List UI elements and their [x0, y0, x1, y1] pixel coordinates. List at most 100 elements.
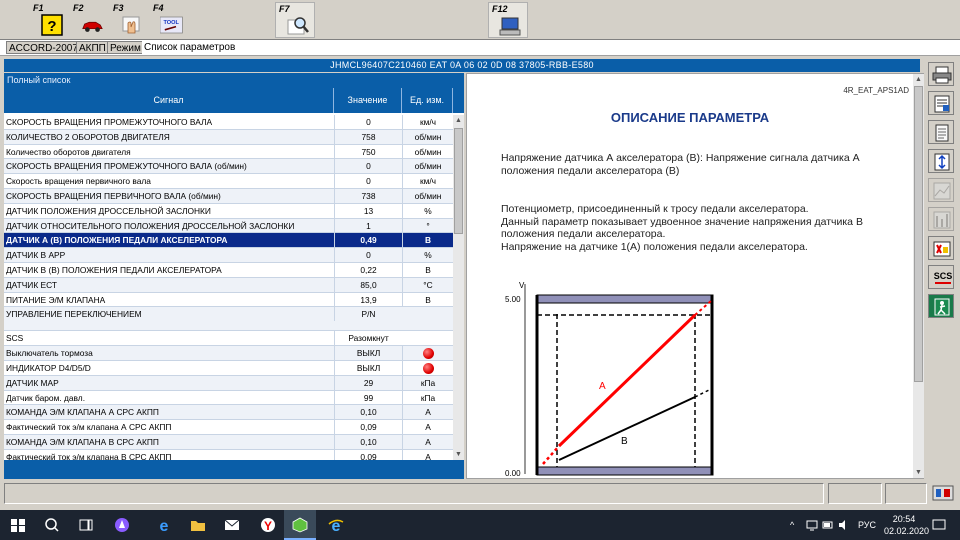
table-row[interactable]: СКОРОСТЬ ВРАЩЕНИЯ ПЕРВИЧНОГО ВАЛА (об/ми… — [4, 188, 453, 204]
network-icon[interactable] — [806, 519, 818, 531]
breadcrumb-mode[interactable]: Режим — [107, 41, 144, 54]
signal-unit: °C — [402, 277, 453, 293]
column-header-value[interactable]: Значение — [334, 88, 402, 113]
battery-icon[interactable] — [822, 519, 834, 531]
signal-value: 0,22 — [334, 262, 402, 278]
edge-browser-icon[interactable]: e — [154, 516, 174, 534]
f1-help-button[interactable]: F1 ? — [30, 2, 70, 38]
signal-value: 0 — [334, 159, 402, 175]
signal-name: Выключатель тормоза — [6, 348, 93, 359]
signal-unit: А — [402, 449, 453, 460]
internet-explorer-icon[interactable]: e — [326, 516, 346, 534]
search-icon[interactable] — [42, 516, 62, 534]
expand-vertical-button[interactable] — [928, 149, 954, 173]
scs-button[interactable]: SCS — [928, 265, 954, 289]
file-explorer-icon[interactable] — [188, 516, 208, 534]
f2-vehicle-button[interactable]: F2 — [70, 2, 110, 38]
hds-app-icon — [292, 517, 308, 533]
graph-scale-button[interactable] — [928, 207, 954, 231]
tool-icon: TOOL — [160, 16, 183, 34]
scroll-down-icon[interactable]: ▼ — [913, 467, 924, 478]
alice-assistant-icon[interactable] — [112, 516, 132, 534]
table-row[interactable]: ДАТЧИК В APP 0% — [4, 248, 453, 263]
breadcrumb-system[interactable]: АКПП — [76, 41, 109, 54]
description-text-1: Напряжение датчика А акселератора (В): Н… — [501, 152, 860, 177]
task-view-icon[interactable] — [76, 516, 96, 534]
signal-unit — [402, 346, 453, 361]
table-row-selected[interactable]: ДАТЧИК А (В) ПОЛОЖЕНИЯ ПЕДАЛИ АКСЕЛЕРАТО… — [4, 233, 453, 249]
table-row[interactable]: Фактический ток э/м клапана А СРС АКПП 0,… — [4, 420, 453, 435]
table-row[interactable]: ПИТАНИЕ Э/М КЛАПАНА 13,9 В — [4, 292, 453, 308]
signal-unit: А — [402, 420, 453, 435]
table-row[interactable]: ДАТЧИК ОТНОСИТЕЛЬНОГО ПОЛОЖЕНИЯ ДРОССЕЛЬ… — [4, 218, 453, 234]
status-bar — [4, 481, 956, 506]
tray-overflow-icon[interactable]: ^ — [790, 520, 794, 530]
signal-unit: об/мин — [402, 188, 453, 204]
table-row[interactable]: ДАТЧИК ПОЛОЖЕНИЯ ДРОССЕЛЬНОЙ ЗАСЛОНКИ 13% — [4, 203, 453, 219]
signal-name: ДАТЧИК ОТНОСИТЕЛЬНОГО ПОЛОЖЕНИЯ ДРОССЕЛЬ… — [6, 220, 295, 231]
status-field-2 — [828, 483, 882, 504]
f12-pc-button[interactable]: F12 — [488, 2, 528, 38]
table-row[interactable]: Количество оборотов двигателя 750 об/мин — [4, 144, 453, 160]
taskbar-active-app[interactable] — [284, 510, 316, 540]
table-row[interactable]: КОМАНДА Э/М КЛАПАНА А СРС АКПП 0,10 А — [4, 405, 453, 421]
print-button[interactable] — [928, 62, 954, 86]
table-row[interactable]: Выключатель тормоза ВЫКЛ — [4, 346, 453, 361]
table-row[interactable]: SCS Разомкнут — [4, 331, 453, 347]
table-row[interactable]: ДАТЧИК В (В) ПОЛОЖЕНИЯ ПЕДАЛИ АКСЕЛЕРАТО… — [4, 262, 453, 278]
signal-unit: об/мин — [402, 144, 453, 160]
exit-button[interactable] — [928, 294, 954, 318]
scroll-up-icon[interactable]: ▲ — [453, 115, 464, 126]
table-row[interactable]: ИНДИКАТОР D4/D5/D ВЫКЛ — [4, 360, 453, 376]
signal-name: ПИТАНИЕ Э/М КЛАПАНА — [6, 294, 106, 305]
line-b-extension — [694, 388, 712, 398]
scroll-down-icon[interactable]: ▼ — [453, 449, 464, 460]
windows-start-icon[interactable] — [8, 516, 28, 534]
signal-value: 0 — [334, 248, 402, 263]
graph-button[interactable] — [928, 178, 954, 202]
document-button[interactable] — [928, 120, 954, 144]
signal-value: 750 — [334, 144, 402, 160]
f3-button[interactable]: F3 — [110, 2, 150, 38]
table-row[interactable]: СКОРОСТЬ ВРАЩЕНИЯ ПРОМЕЖУТОЧНОГО ВАЛА 0 км… — [4, 115, 453, 130]
clock[interactable]: 20:54 02.02.2020 — [884, 513, 929, 537]
line-b — [558, 396, 696, 461]
clock-time: 20:54 — [892, 514, 916, 524]
input-language[interactable]: РУС — [858, 520, 876, 530]
table-row[interactable]: ДАТЧИК МАР 29 кПа — [4, 375, 453, 391]
f4-tool-button[interactable]: F4 TOOL — [150, 2, 190, 38]
table-row[interactable]: СКОРОСТЬ ВРАЩЕНИЯ ПРОМЕЖУТОЧНОГО ВАЛА (о… — [4, 159, 453, 175]
table-row[interactable]: Датчик баром. давл. 99 кПа — [4, 390, 453, 406]
freeze-frame-button[interactable] — [928, 236, 954, 260]
status-field-main — [4, 483, 824, 504]
f7-search-button[interactable]: F7 — [275, 2, 315, 38]
table-row[interactable]: УПРАВЛЕНИЕ ПЕРЕКЛЮЧЕНИЕМ P/N — [4, 307, 453, 332]
breadcrumb-model[interactable]: ACCORD-2007 — [6, 41, 81, 54]
volume-icon[interactable] — [838, 519, 850, 531]
scroll-up-icon[interactable]: ▲ — [913, 74, 924, 85]
notifications-icon[interactable] — [932, 518, 946, 532]
f12-label: F12 — [492, 4, 508, 14]
yandex-browser-icon[interactable]: Y — [258, 516, 278, 534]
settings-list-button[interactable] — [928, 91, 954, 115]
description-scrollbar[interactable]: ▲ ▼ — [913, 74, 924, 478]
connection-status-icon[interactable] — [932, 483, 954, 503]
column-header-signal[interactable]: Сигнал — [4, 88, 334, 113]
list-scrollbar[interactable]: ▲ ▼ — [453, 115, 464, 460]
signal-value: 13,9 — [334, 292, 402, 308]
table-row[interactable]: ДАТЧИК ЕСТ 85,0 °C — [4, 277, 453, 293]
table-row[interactable]: КОЛИЧЕСТВО 2 ОБОРОТОВ ДВИГАТЕЛЯ 758 об/мин — [4, 129, 453, 145]
line-b-label: B — [621, 436, 628, 447]
list-scroll-thumb[interactable] — [454, 128, 463, 234]
status-indicator-icon — [422, 347, 434, 359]
table-row[interactable]: КОМАНДА Э/М КЛАПАНА В СРС АКПП 0,10 А — [4, 434, 453, 450]
table-row[interactable]: Скорость вращения первичного вала 0 км/ч — [4, 174, 453, 189]
signal-value: 0,49 — [334, 233, 402, 249]
top-band — [536, 294, 714, 304]
signal-name: ДАТЧИК ЕСТ — [6, 279, 57, 290]
table-row[interactable]: Фактический ток э/м клапана В СРС АКПП 0,… — [4, 449, 453, 460]
column-header-unit[interactable]: Ед. изм. — [402, 88, 453, 113]
description-scroll-thumb[interactable] — [914, 86, 923, 382]
mail-icon[interactable] — [222, 516, 242, 534]
y-tick-max: 5.00 — [505, 295, 521, 304]
